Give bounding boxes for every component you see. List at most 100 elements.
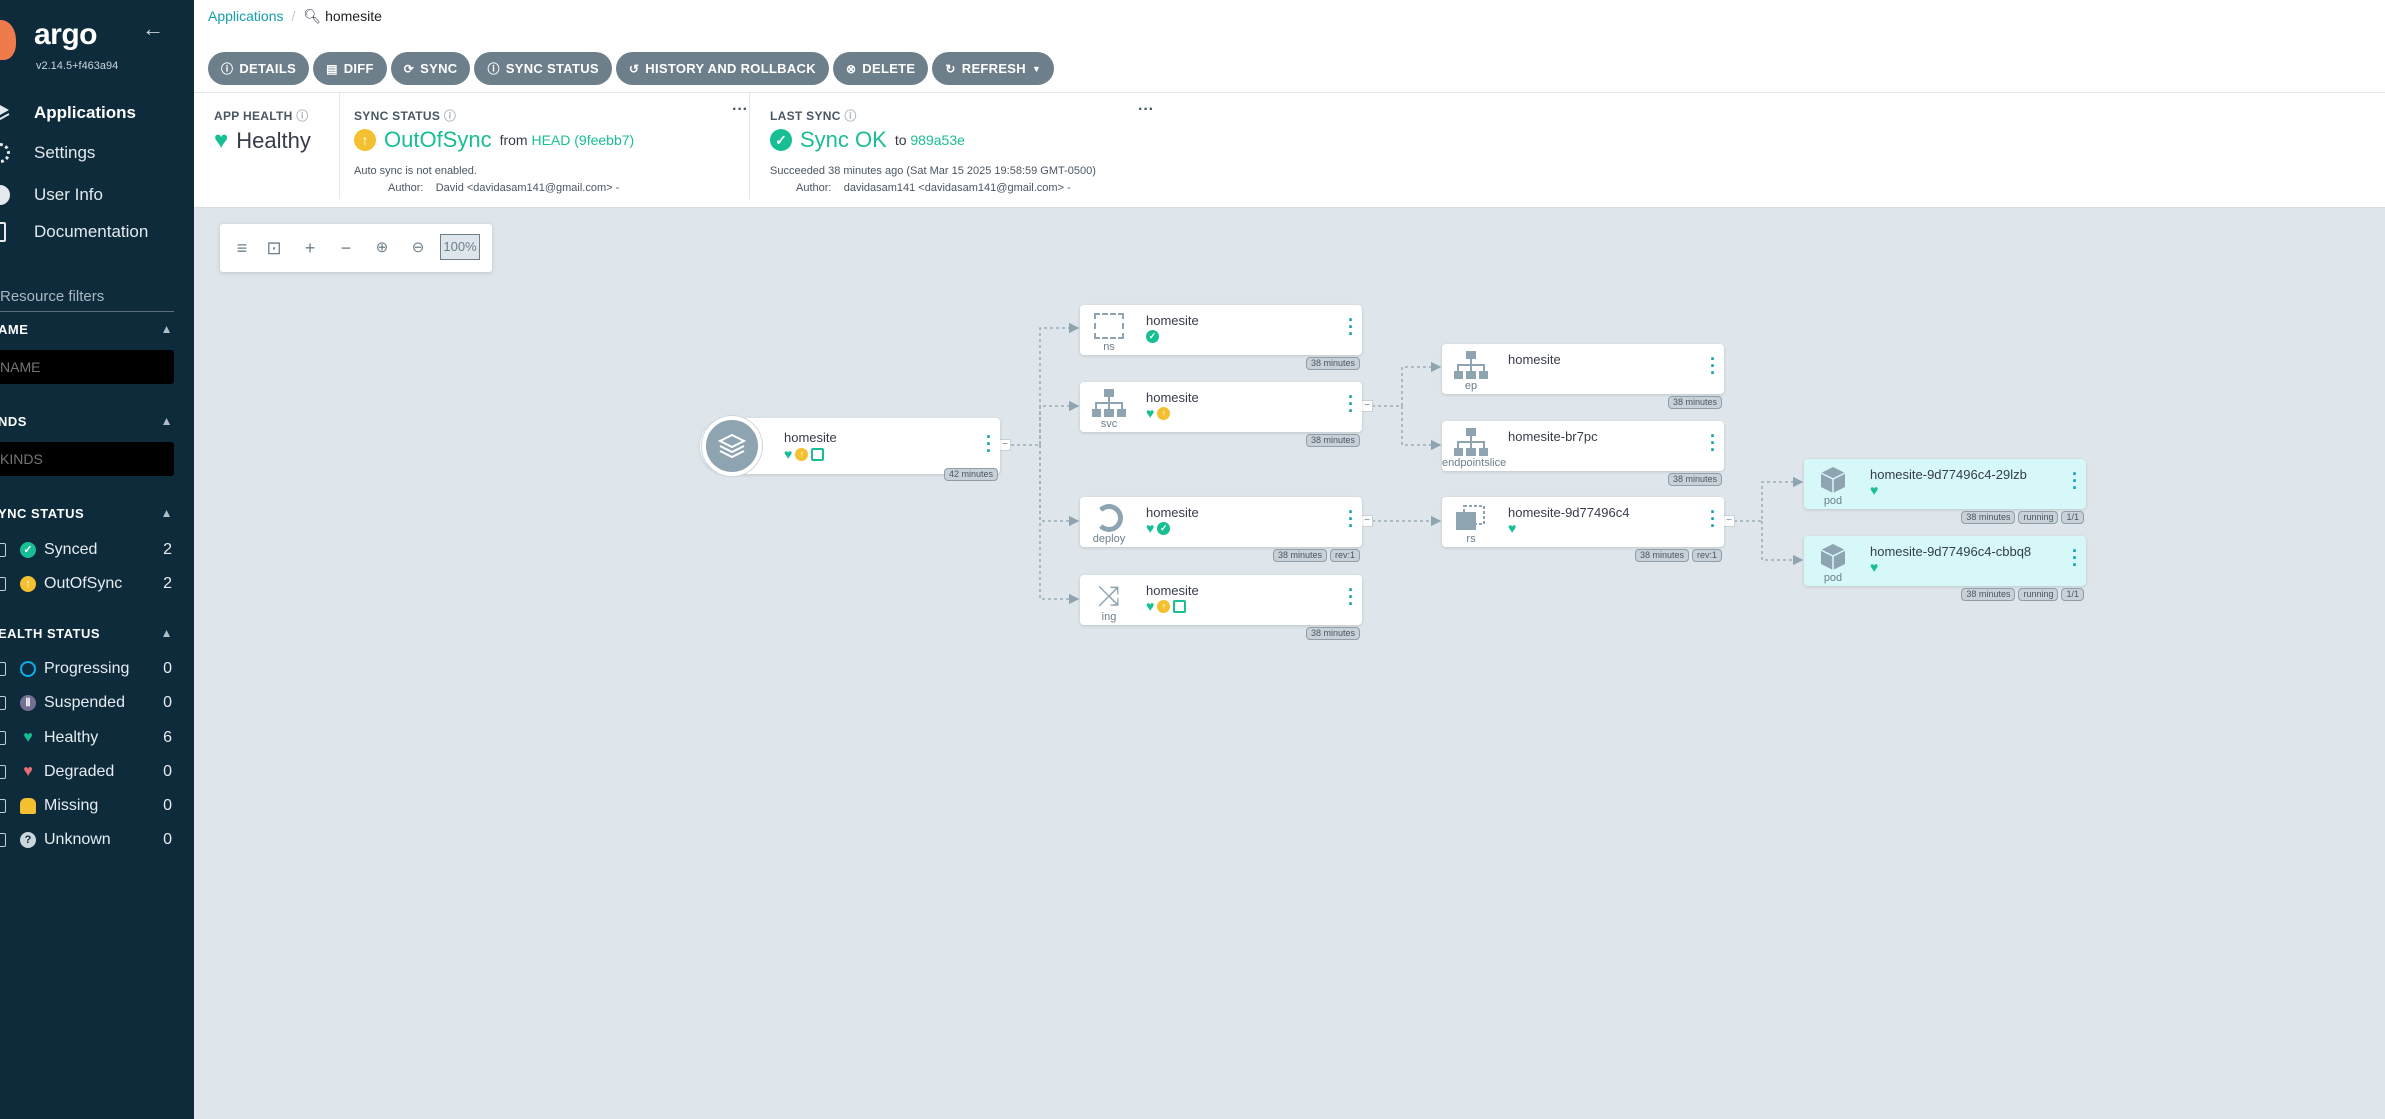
sync-status-filter-header[interactable]: YNC STATUS ▲ xyxy=(0,506,173,521)
kinds-filter-input[interactable] xyxy=(0,442,174,476)
zoom-out-icon[interactable]: ⊖ xyxy=(406,236,430,260)
collapse-sidebar-arrow-icon[interactable]: ← xyxy=(142,16,164,42)
last-sync-succeeded: Succeeded 38 minutes ago (Sat Mar 15 202… xyxy=(770,165,1096,177)
breadcrumb-current: homesite xyxy=(325,8,382,24)
nav-label: Applications xyxy=(34,103,137,122)
heart-icon: ♥ xyxy=(1146,405,1155,421)
ready-tag: 1/1 xyxy=(2061,511,2084,524)
network-endpoints-icon xyxy=(1454,350,1488,380)
app-node-homesite[interactable]: homesite ♥ ↑ · · · 42 minutes xyxy=(700,416,1000,481)
checkbox[interactable] xyxy=(0,696,6,710)
checkbox[interactable] xyxy=(0,765,6,779)
filter-unknown[interactable]: ? Unknown 0 xyxy=(0,830,172,852)
filter-count: 0 xyxy=(163,660,172,677)
breadcrumb: Applications / 🔍︎ homesite xyxy=(208,8,382,24)
external-link-icon[interactable] xyxy=(1173,600,1187,613)
checkbox[interactable] xyxy=(0,799,6,813)
node-kind: ep xyxy=(1464,380,1478,392)
node-ing-homesite[interactable]: ⤨ ing homesite ♥ ↑ · · · 38 minutes xyxy=(1080,575,1362,640)
diff-button[interactable]: ▤ DIFF xyxy=(313,52,387,85)
node-menu-icon[interactable]: · · · xyxy=(1710,503,1716,535)
age-tag: 38 minutes xyxy=(1667,396,1722,409)
resource-filters-title: Resource filters xyxy=(0,288,174,312)
collapse-toggle[interactable]: − xyxy=(1723,515,1735,527)
node-menu-icon[interactable]: · · · xyxy=(1710,350,1716,382)
redo-icon: ↻ xyxy=(945,61,956,76)
arrow-up-circle-icon: ↑ xyxy=(795,448,809,461)
more-options-icon[interactable]: ··· xyxy=(1138,101,1154,119)
node-pod-homesite-cbbq8[interactable]: pod homesite-9d77496c4-cbbq8 ♥ · · · 38 mi… xyxy=(1804,536,2086,601)
last-sync-author: Author: davidasam141 <davidasam141@gmail… xyxy=(796,182,1071,194)
collapse-toggle[interactable]: − xyxy=(999,439,1011,451)
action-toolbar: ⓘ DETAILS ▤ DIFF ⟳ SYNC ⓘ SYNC STATUS ↺ HISTO… xyxy=(208,52,1055,85)
node-name: homesite xyxy=(1146,505,1199,520)
checkbox[interactable] xyxy=(0,577,6,591)
filter-outofsync[interactable]: ↑ OutOfSync 2 xyxy=(0,574,172,596)
refresh-button[interactable]: ↻ REFRESH ▼ xyxy=(932,52,1055,85)
age-tag: 38 minutes xyxy=(1961,511,2016,524)
history-rollback-button[interactable]: ↺ HISTORY AND ROLLBACK xyxy=(615,52,829,85)
node-name: homesite-9d77496c4 xyxy=(1508,505,1630,520)
node-menu-icon[interactable]: · · · xyxy=(986,428,992,460)
sync-status-button[interactable]: ⓘ SYNC STATUS xyxy=(474,52,612,85)
filter-count: 6 xyxy=(163,729,172,746)
node-menu-icon[interactable]: · · · xyxy=(1348,581,1354,613)
revision-link[interactable]: HEAD (9feebb7) xyxy=(531,132,634,148)
checkbox[interactable] xyxy=(0,833,6,847)
heart-icon: ♥ xyxy=(1870,482,1879,498)
node-menu-icon[interactable]: · · · xyxy=(2072,465,2078,497)
book-icon xyxy=(0,222,6,242)
sync-status-panel: SYNC STATUS ⓘ ··· ↑ OutOfSync from HEAD (… xyxy=(340,93,750,199)
collapse-toggle[interactable]: − xyxy=(1361,515,1373,527)
checkbox[interactable] xyxy=(0,731,6,745)
health-status-filter-header[interactable]: EALTH STATUS ▲ xyxy=(0,626,173,641)
filter-label: OutOfSync xyxy=(44,575,123,592)
node-menu-icon[interactable]: · · · xyxy=(1348,503,1354,535)
node-pod-homesite-29lzb[interactable]: pod homesite-9d77496c4-29lzb ♥ · · · 38 mi… xyxy=(1804,459,2086,524)
node-menu-icon[interactable]: · · · xyxy=(1348,311,1354,343)
details-button[interactable]: ⓘ DETAILS xyxy=(208,52,310,85)
deployment-sync-icon xyxy=(1092,503,1126,533)
node-ep-homesite[interactable]: ep homesite · · · 38 minutes xyxy=(1442,344,1724,409)
name-filter-input[interactable] xyxy=(0,350,174,384)
filter-suspended[interactable]: Ⅱ Suspended 0 xyxy=(0,693,172,715)
node-endpointslice-homesite-br7pc[interactable]: endpointslice homesite-br7pc · · · 38 minu… xyxy=(1442,421,1724,486)
collapse-icon[interactable]: − xyxy=(334,236,358,260)
expand-icon[interactable]: + xyxy=(298,236,322,260)
filter-progressing[interactable]: Progressing 0 xyxy=(0,659,172,681)
kinds-filter-header[interactable]: NDS ▲ xyxy=(0,414,173,429)
version-label: v2.14.5+f463a94 xyxy=(36,60,119,72)
filter-healthy[interactable]: ♥ Healthy 6 xyxy=(0,728,172,750)
checkbox[interactable] xyxy=(0,662,6,676)
zoom-in-icon[interactable]: ⊕ xyxy=(370,236,394,260)
node-menu-icon[interactable]: · · · xyxy=(1710,427,1716,459)
name-filter-header[interactable]: AME ▲ xyxy=(0,322,173,337)
node-svc-homesite[interactable]: svc homesite ♥ ↑ · · · 38 minutes xyxy=(1080,382,1362,447)
heart-icon: ♥ xyxy=(23,729,33,746)
replicaset-clone-icon xyxy=(1454,503,1488,533)
filter-missing[interactable]: Missing 0 xyxy=(0,796,172,818)
info-circle-icon: ⓘ xyxy=(487,62,500,76)
align-left-icon[interactable]: ≡ xyxy=(230,236,254,260)
node-name: homesite-9d77496c4-cbbq8 xyxy=(1870,544,2032,559)
collapse-toggle[interactable]: − xyxy=(1361,400,1373,412)
node-rs-homesite-9d77496c4[interactable]: rs homesite-9d77496c4 ♥ · · · 38 minutes re… xyxy=(1442,497,1724,562)
revision-tag: rev:1 xyxy=(1329,549,1360,562)
node-name: homesite xyxy=(1146,583,1199,598)
breadcrumb-applications[interactable]: Applications xyxy=(208,8,284,24)
checkbox[interactable] xyxy=(0,543,6,557)
node-ns-homesite[interactable]: ns homesite ✓ · · · 38 minutes xyxy=(1080,305,1362,370)
revision-link[interactable]: 989a53e xyxy=(910,132,965,148)
node-menu-icon[interactable]: · · · xyxy=(1348,388,1354,420)
node-menu-icon[interactable]: · · · xyxy=(2072,542,2078,574)
filter-degraded[interactable]: ♥ Degraded 0 xyxy=(0,762,172,784)
filter-synced[interactable]: ✓ Synced 2 xyxy=(0,540,172,562)
auto-sync-text: Auto sync is not enabled. xyxy=(354,165,477,177)
node-kind: endpointslice xyxy=(1442,457,1507,469)
external-link-icon[interactable] xyxy=(811,448,825,461)
delete-button[interactable]: ⊗ DELETE xyxy=(832,52,929,85)
node-deploy-homesite[interactable]: deploy homesite ♥ ✓ · · · 38 minutes rev:1 xyxy=(1080,497,1362,562)
sync-button[interactable]: ⟳ SYNC xyxy=(390,52,471,85)
more-options-icon[interactable]: ··· xyxy=(732,101,748,119)
fit-screen-icon[interactable]: ⊡ xyxy=(262,236,286,260)
